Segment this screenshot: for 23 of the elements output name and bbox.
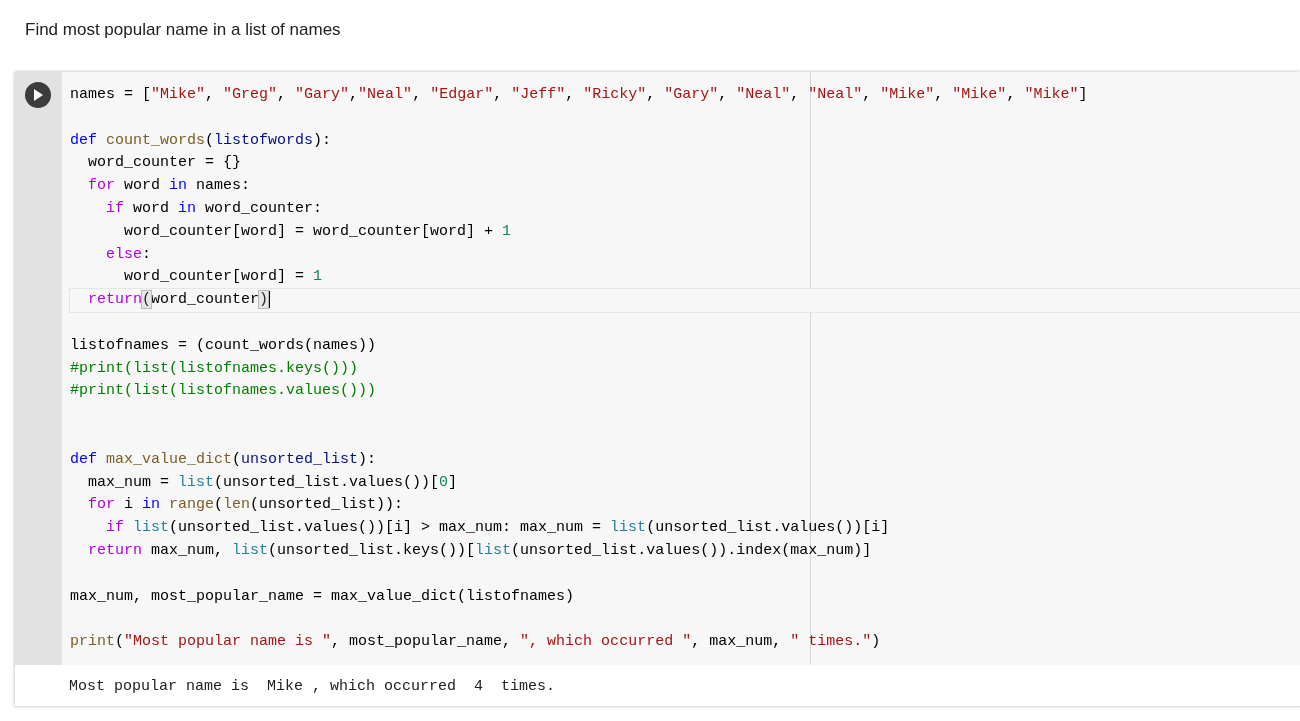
code-line: return max_num, list(unsorted_list.keys())[list(unsorted_list.values()).index(max_num)] xyxy=(87,540,873,561)
code-line: word_counter[word] = 1 xyxy=(123,267,324,288)
run-button[interactable] xyxy=(25,82,51,108)
code-line: for word in names: xyxy=(87,176,252,197)
code-line: word_counter[word] = word_counter[word] + 1 xyxy=(123,221,513,242)
code-line: #print(list(listofnames.keys())) xyxy=(70,358,360,379)
output-text: Most popular name is Mike , which occurred 4 times. xyxy=(69,677,556,695)
code-line: word_counter = {} xyxy=(87,153,243,174)
code-line: if list(unsorted_list.values())[i] > max_num: max_num = list(unsorted_list.values())[i] xyxy=(105,518,891,539)
code-line: def count_words(listofwords): xyxy=(70,130,333,151)
code-line: max_num, most_popular_name = max_value_dict(listofnames) xyxy=(70,586,576,607)
code-line: names = ["Mike", "Greg", "Gary","Neal", "Edgar", "Jeff", "Ricky", "Gary", "Neal", "Neal", "Mike", "Mike", "Mike"] xyxy=(70,85,1089,105)
play-icon xyxy=(33,89,43,101)
code-line: else: xyxy=(105,244,153,265)
code-line: #print(list(listofnames.values())) xyxy=(70,381,378,402)
code-line: def max_value_dict(unsorted_list): xyxy=(70,449,378,470)
code-line: print("Most popular name is ", most_popular_name, ", which occurred ", max_num, " times.") xyxy=(70,632,882,653)
code-line: listofnames = (count_words(names)) xyxy=(70,335,378,356)
code-line: max_num = list(unsorted_list.values())[0] xyxy=(87,472,459,493)
code-line: if word in word_counter: xyxy=(105,199,324,219)
notebook-heading: Find most popular name in a list of names xyxy=(24,19,342,41)
code-editor[interactable] xyxy=(62,72,1300,665)
code-line: for i in range(len(unsorted_list)): xyxy=(87,495,405,516)
